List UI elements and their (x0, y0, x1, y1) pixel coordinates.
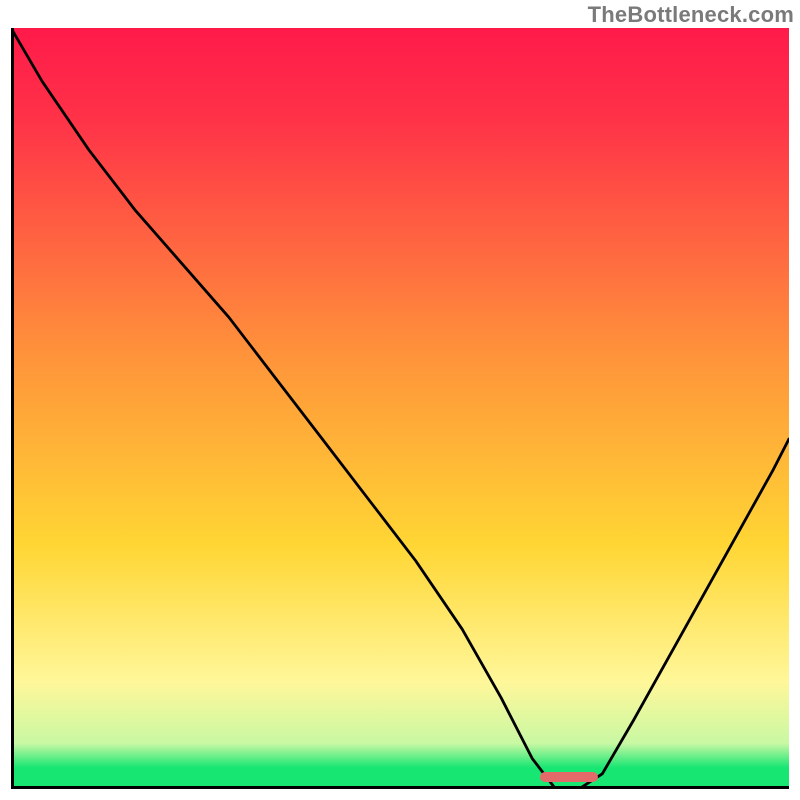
watermark-text: TheBottleneck.com (588, 2, 794, 28)
optimal-range-marker (540, 772, 598, 782)
plot-area (11, 28, 789, 789)
bottleneck-chart: TheBottleneck.com (0, 0, 800, 800)
gradient-background (11, 28, 789, 789)
